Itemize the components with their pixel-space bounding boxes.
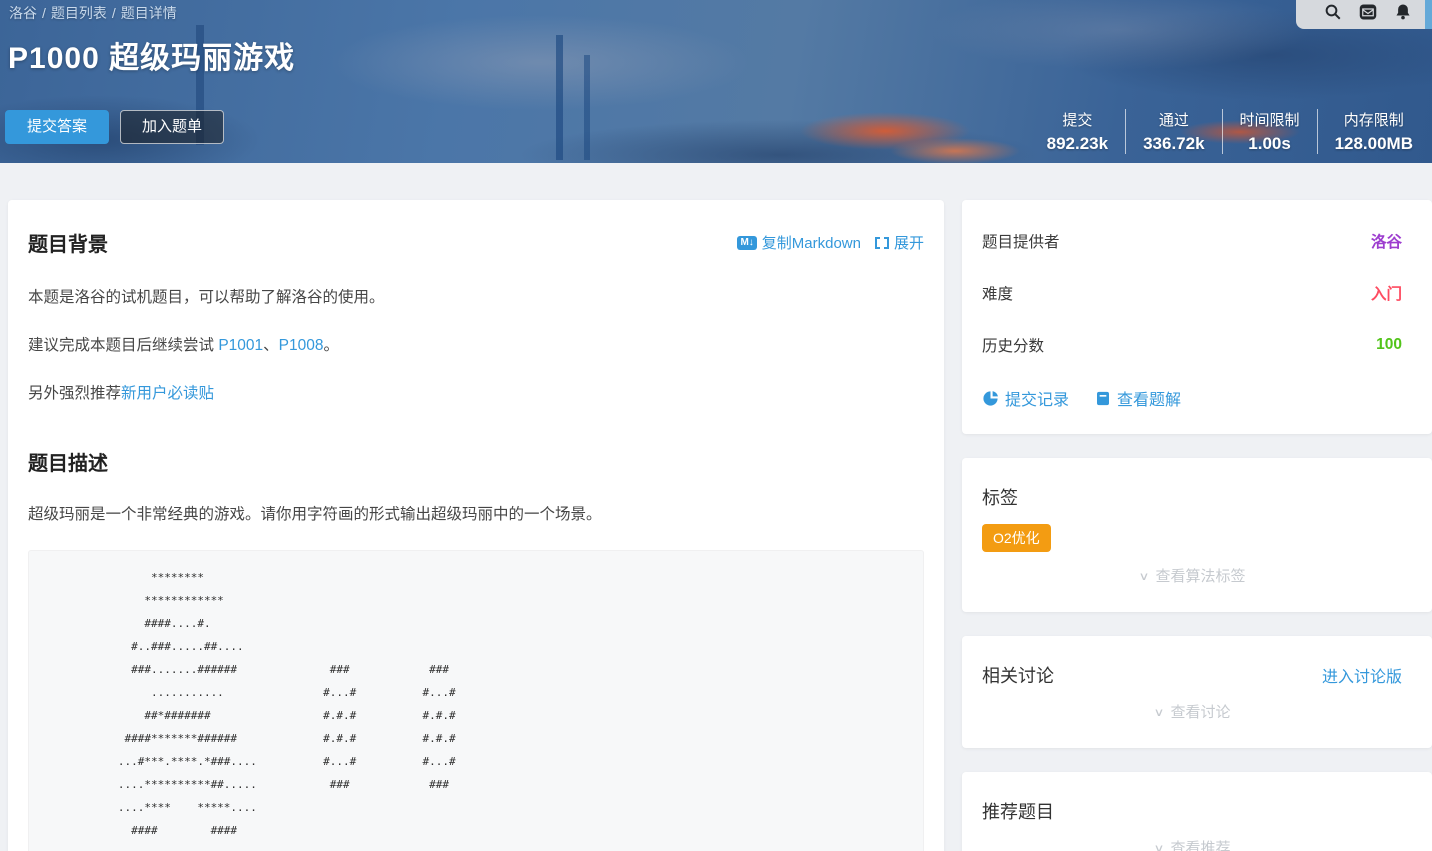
link-p1008[interactable]: P1008 <box>279 337 324 354</box>
stat-label: 时间限制 <box>1240 109 1300 130</box>
stat-label: 内存限制 <box>1335 109 1413 130</box>
show-algorithm-tags-toggle[interactable]: ∨ 查看算法标签 <box>982 565 1402 586</box>
info-row-provider: 题目提供者 洛谷 <box>982 230 1402 252</box>
submission-records-label: 提交记录 <box>1005 386 1069 410</box>
toggle-label: 查看推荐 <box>1170 840 1230 851</box>
search-icon[interactable] <box>1324 3 1342 21</box>
copy-markdown-button[interactable]: M↓ 复制Markdown <box>737 232 861 253</box>
paragraph-text: 、 <box>263 337 279 354</box>
view-solutions-link[interactable]: 查看题解 <box>1095 386 1181 410</box>
discussion-card: 相关讨论 进入讨论版 ∨ 查看讨论 <box>962 636 1432 748</box>
difficulty-value[interactable]: 入门 <box>1371 282 1402 304</box>
show-discussions-toggle[interactable]: ∨ 查看讨论 <box>982 701 1402 722</box>
bell-icon[interactable] <box>1394 3 1412 21</box>
mail-icon[interactable] <box>1359 3 1377 21</box>
expand-icon <box>875 237 889 249</box>
problem-stats: 提交 892.23k 通过 336.72k 时间限制 1.00s 内存限制 12… <box>1030 109 1430 154</box>
submission-records-link[interactable]: 提交记录 <box>982 386 1069 410</box>
top-nav-icon-tray <box>1296 0 1432 29</box>
content-area: 题目背景 M↓ 复制Markdown 展开 本题是洛谷的试机题目，可以帮助了解洛… <box>0 163 1432 851</box>
stat-value: 128.00MB <box>1335 134 1413 154</box>
difficulty-label: 难度 <box>982 282 1013 304</box>
stat-accepted: 通过 336.72k <box>1125 109 1221 154</box>
book-icon <box>1095 390 1111 407</box>
problem-card: 题目背景 M↓ 复制Markdown 展开 本题是洛谷的试机题目，可以帮助了解洛… <box>8 200 944 851</box>
breadcrumb-home[interactable]: 洛谷 <box>9 5 37 21</box>
chevron-down-icon: ∨ <box>1154 841 1165 851</box>
stat-value: 892.23k <box>1047 134 1108 154</box>
stat-value: 1.00s <box>1240 134 1300 154</box>
link-p1001[interactable]: P1001 <box>218 337 263 354</box>
provider-value[interactable]: 洛谷 <box>1371 230 1402 252</box>
background-paragraph-1: 本题是洛谷的试机题目，可以帮助了解洛谷的使用。 <box>28 287 924 309</box>
paragraph-text: 另外强烈推荐 <box>28 385 121 402</box>
breadcrumb-problem-list[interactable]: 题目列表 <box>51 5 107 21</box>
info-row-difficulty: 难度 入门 <box>982 282 1402 304</box>
stat-value: 336.72k <box>1143 134 1204 154</box>
tags-card: 标签 O2优化 ∨ 查看算法标签 <box>962 458 1432 612</box>
paragraph-text: 。 <box>323 337 339 354</box>
ascii-art-block: ******** ************ ####....#. #..###.… <box>28 550 924 851</box>
avatar[interactable] <box>1425 0 1432 29</box>
breadcrumb-separator: / <box>42 5 46 21</box>
provider-label: 题目提供者 <box>982 230 1060 252</box>
section-title-background: 题目背景 <box>28 228 108 257</box>
recommend-card: 推荐题目 ∨ 查看推荐 <box>962 772 1432 851</box>
stat-label: 提交 <box>1047 109 1108 130</box>
stat-label: 通过 <box>1143 109 1204 130</box>
breadcrumb: 洛谷 / 题目列表 / 题目详情 <box>9 3 177 23</box>
toggle-label: 查看讨论 <box>1170 704 1230 721</box>
chevron-down-icon: ∨ <box>1139 569 1150 583</box>
copy-markdown-label: 复制Markdown <box>762 232 861 253</box>
enter-discussion-board-link[interactable]: 进入讨论版 <box>1322 663 1402 687</box>
stat-submissions: 提交 892.23k <box>1030 109 1125 154</box>
expand-label: 展开 <box>894 232 924 253</box>
submit-answer-button[interactable]: 提交答案 <box>5 110 109 144</box>
history-score-value: 100 <box>1376 336 1402 354</box>
show-recommendations-toggle[interactable]: ∨ 查看推荐 <box>982 837 1402 851</box>
toggle-label: 查看算法标签 <box>1155 568 1245 585</box>
markdown-icon: M↓ <box>737 236 756 250</box>
info-row-score: 历史分数 100 <box>982 334 1402 356</box>
banner-actions: 提交答案 加入题单 <box>5 110 224 144</box>
background-paragraph-3: 另外强烈推荐新用户必读贴 <box>28 383 924 405</box>
stat-memory-limit: 内存限制 128.00MB <box>1317 109 1430 154</box>
paragraph-text: 建议完成本题目后继续尝试 <box>28 337 218 354</box>
add-to-problem-list-button[interactable]: 加入题单 <box>120 110 224 144</box>
stat-time-limit: 时间限制 1.00s <box>1222 109 1317 154</box>
page-title: P1000 超级玛丽游戏 <box>8 33 295 77</box>
description-intro: 超级玛丽是一个非常经典的游戏。请你用字符画的形式输出超级玛丽中的一个场景。 <box>28 504 924 526</box>
view-solutions-label: 查看题解 <box>1117 386 1181 410</box>
link-new-user-guide[interactable]: 新用户必读贴 <box>121 385 214 402</box>
history-score-label: 历史分数 <box>982 334 1044 356</box>
banner: 洛谷 / 题目列表 / 题目详情 P1000 超级玛丽游戏 提交答案 加入题单 提交 8… <box>0 0 1432 163</box>
sidebar: 题目提供者 洛谷 难度 入门 历史分数 100 提交记录 <box>962 200 1432 851</box>
discussion-card-title: 相关讨论 <box>982 662 1054 688</box>
breadcrumb-problem-detail: 题目详情 <box>121 5 177 21</box>
expand-button[interactable]: 展开 <box>875 232 924 253</box>
background-paragraph-2: 建议完成本题目后继续尝试 P1001、P1008。 <box>28 335 924 357</box>
tag-o2-optimization[interactable]: O2优化 <box>982 524 1051 552</box>
breadcrumb-separator: / <box>112 5 116 21</box>
pie-chart-icon <box>982 390 999 407</box>
ascii-art: ******** ************ ####....#. #..###.… <box>45 566 907 842</box>
section-title-description: 题目描述 <box>28 447 924 476</box>
problem-info-card: 题目提供者 洛谷 难度 入门 历史分数 100 提交记录 <box>962 200 1432 434</box>
chevron-down-icon: ∨ <box>1154 705 1165 719</box>
recommend-card-title: 推荐题目 <box>982 798 1054 824</box>
tags-card-title: 标签 <box>982 484 1018 510</box>
